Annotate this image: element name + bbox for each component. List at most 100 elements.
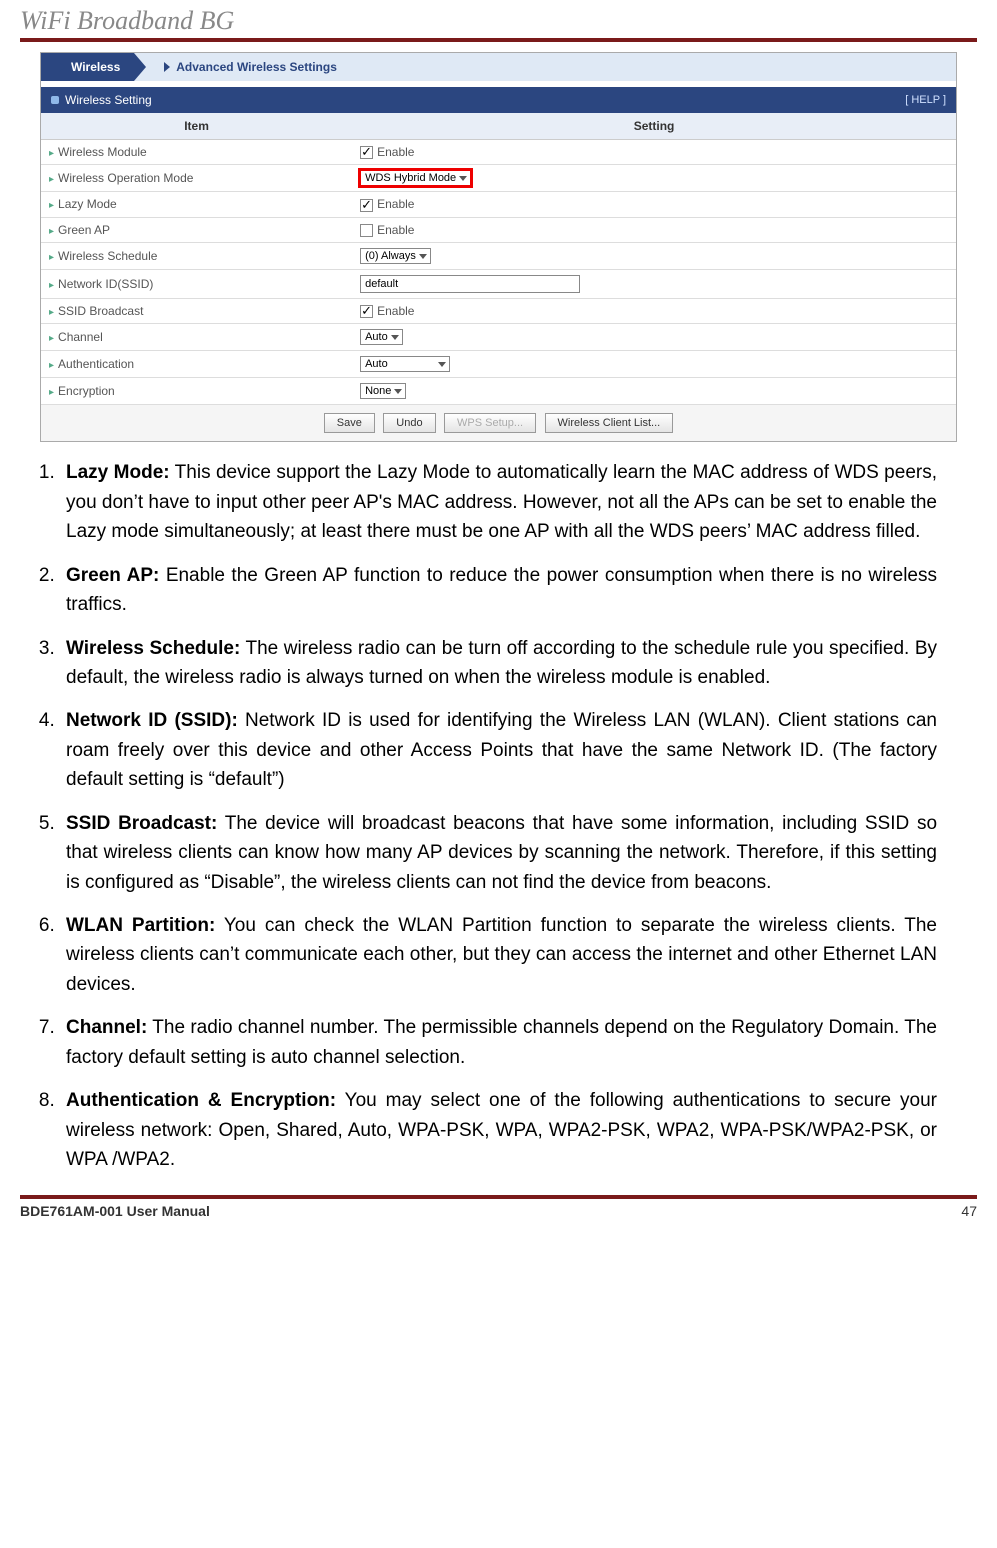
help-link[interactable]: [ HELP ] xyxy=(905,94,946,106)
footer-page-number: 47 xyxy=(961,1203,977,1219)
row-label: ▸Authentication xyxy=(41,351,352,378)
row-control: (0) Always xyxy=(352,242,956,269)
router-screenshot: Wireless Advanced Wireless Settings Wire… xyxy=(40,52,957,442)
breadcrumb: Wireless Advanced Wireless Settings xyxy=(41,53,956,81)
undo-button[interactable]: Undo xyxy=(383,413,435,433)
triangle-icon: ▸ xyxy=(49,148,54,159)
table-row: ▸Green AP Enable xyxy=(41,217,956,242)
list-term: Wireless Schedule: xyxy=(66,638,240,659)
list-item: Channel: The radio channel number. The p… xyxy=(60,1013,937,1072)
row-control: Auto xyxy=(352,351,956,378)
row-label: ▸Channel xyxy=(41,324,352,351)
table-row: ▸SSID Broadcast Enable xyxy=(41,298,956,323)
triangle-icon: ▸ xyxy=(49,174,54,185)
list-item: Green AP: Enable the Green AP function t… xyxy=(60,561,937,620)
triangle-icon: ▸ xyxy=(49,280,54,291)
triangle-icon: ▸ xyxy=(49,200,54,211)
section-title: Wireless Setting xyxy=(51,93,152,107)
list-term: Lazy Mode: xyxy=(66,462,170,483)
list-item: SSID Broadcast: The device will broadcas… xyxy=(60,809,937,897)
table-row: ▸Encryption None xyxy=(41,378,956,405)
table-row: ▸Wireless Module Enable xyxy=(41,140,956,165)
list-item: Authentication & Encryption: You may sel… xyxy=(60,1086,937,1174)
select[interactable]: Auto xyxy=(360,356,450,372)
breadcrumb-wireless[interactable]: Wireless xyxy=(41,53,134,81)
breadcrumb-arrow-icon xyxy=(134,53,146,81)
row-label: ▸Lazy Mode xyxy=(41,192,352,217)
page-header: WiFi Broadband BG xyxy=(0,0,997,38)
list-term: Network ID (SSID): xyxy=(66,710,238,731)
row-label: ▸Encryption xyxy=(41,378,352,405)
row-label: ▸Wireless Module xyxy=(41,140,352,165)
triangle-icon: ▸ xyxy=(49,226,54,237)
triangle-icon: ▸ xyxy=(49,252,54,263)
row-control: Enable xyxy=(352,298,956,323)
row-label: ▸SSID Broadcast xyxy=(41,298,352,323)
triangle-icon: ▸ xyxy=(49,387,54,398)
table-row: ▸Lazy Mode Enable xyxy=(41,192,956,217)
row-control: Enable xyxy=(352,192,956,217)
triangle-icon: ▸ xyxy=(49,333,54,344)
section-title-text: Wireless Setting xyxy=(65,93,152,107)
checkbox[interactable] xyxy=(360,146,373,159)
select[interactable]: (0) Always xyxy=(360,248,431,264)
list-item: Wireless Schedule: The wireless radio ca… xyxy=(60,634,937,693)
footer-doc-id: BDE761AM-001 User Manual xyxy=(20,1203,210,1219)
row-control: default xyxy=(352,269,956,298)
table-row: ▸Network ID(SSID) default xyxy=(41,269,956,298)
checkbox-label: Enable xyxy=(377,197,414,211)
row-control: Enable xyxy=(352,140,956,165)
table-row: ▸Wireless Schedule (0) Always xyxy=(41,242,956,269)
list-term: Channel: xyxy=(66,1017,147,1038)
page-footer: BDE761AM-001 User Manual 47 xyxy=(0,1199,997,1229)
list-term: Authentication & Encryption: xyxy=(66,1090,336,1111)
triangle-icon: ▸ xyxy=(49,360,54,371)
col-setting: Setting xyxy=(352,113,956,140)
row-control: WDS Hybrid Mode xyxy=(352,165,956,192)
select[interactable]: WDS Hybrid Mode xyxy=(360,170,471,186)
button-row: Save Undo WPS Setup... Wireless Client L… xyxy=(41,405,956,441)
row-label: ▸Green AP xyxy=(41,217,352,242)
col-item: Item xyxy=(41,113,352,140)
row-label: ▸Network ID(SSID) xyxy=(41,269,352,298)
table-row: ▸Channel Auto xyxy=(41,324,956,351)
checkbox[interactable] xyxy=(360,199,373,212)
dot-icon xyxy=(51,96,59,104)
wireless-client-list-button[interactable]: Wireless Client List... xyxy=(545,413,674,433)
checkbox[interactable] xyxy=(360,305,373,318)
save-button[interactable]: Save xyxy=(324,413,375,433)
list-body: Enable the Green AP function to reduce t… xyxy=(66,565,937,615)
checkbox-label: Enable xyxy=(377,145,414,159)
list-body: The radio channel number. The permissibl… xyxy=(66,1017,937,1067)
breadcrumb-advanced[interactable]: Advanced Wireless Settings xyxy=(146,53,351,81)
list-term: SSID Broadcast: xyxy=(66,813,217,834)
select[interactable]: None xyxy=(360,383,406,399)
checkbox-label: Enable xyxy=(377,304,414,318)
table-row: ▸Authentication Auto xyxy=(41,351,956,378)
row-control: Enable xyxy=(352,217,956,242)
checkbox-label: Enable xyxy=(377,223,414,237)
text-input[interactable]: default xyxy=(360,275,580,293)
row-label: ▸Wireless Schedule xyxy=(41,242,352,269)
checkbox[interactable] xyxy=(360,224,373,237)
feature-list: Lazy Mode: This device support the Lazy … xyxy=(60,458,937,1174)
table-row: ▸Wireless Operation Mode WDS Hybrid Mode xyxy=(41,165,956,192)
row-control: None xyxy=(352,378,956,405)
list-term: WLAN Partition: xyxy=(66,915,215,936)
breadcrumb-label: Advanced Wireless Settings xyxy=(176,60,337,74)
breadcrumb-label: Wireless xyxy=(71,60,120,74)
list-item: Lazy Mode: This device support the Lazy … xyxy=(60,458,937,546)
settings-table: Item Setting ▸Wireless ModuleEnable▸Wire… xyxy=(41,113,956,405)
list-item: WLAN Partition: You can check the WLAN P… xyxy=(60,911,937,999)
triangle-icon: ▸ xyxy=(49,307,54,318)
row-control: Auto xyxy=(352,324,956,351)
section-bar: Wireless Setting [ HELP ] xyxy=(41,87,956,113)
chevron-right-icon xyxy=(164,62,170,72)
wps-setup-button[interactable]: WPS Setup... xyxy=(444,413,536,433)
header-rule xyxy=(20,38,977,42)
list-item: Network ID (SSID): Network ID is used fo… xyxy=(60,706,937,794)
select[interactable]: Auto xyxy=(360,329,403,345)
row-label: ▸Wireless Operation Mode xyxy=(41,165,352,192)
chevron-right-icon xyxy=(59,62,65,72)
list-term: Green AP: xyxy=(66,565,159,586)
